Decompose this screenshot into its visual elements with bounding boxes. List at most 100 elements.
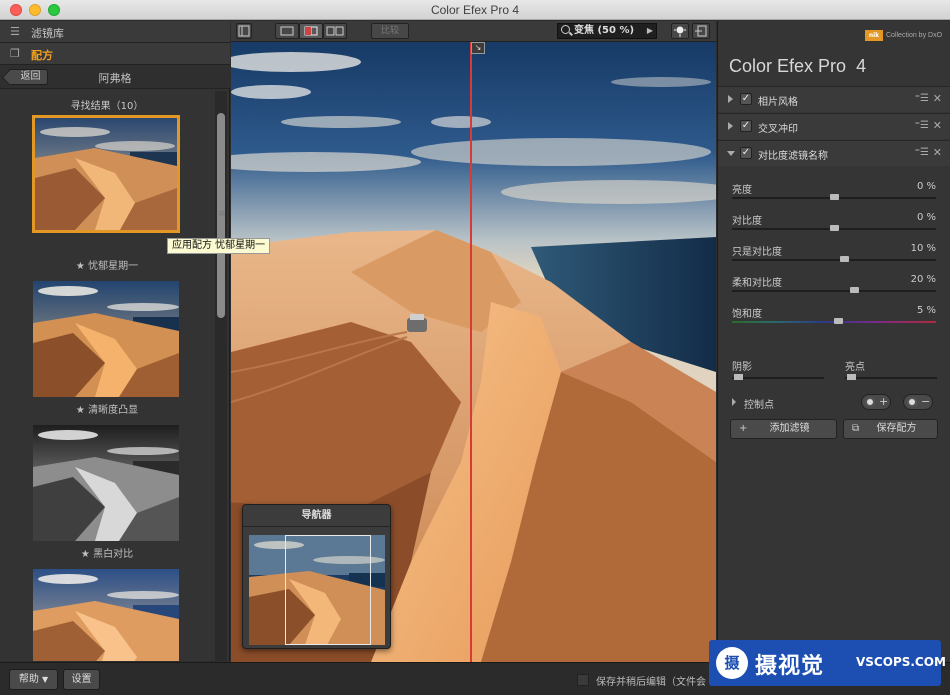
recipes-row[interactable]: ❐ 配方 <box>0 43 230 65</box>
highlights-slider[interactable]: 亮点 <box>845 358 945 388</box>
remove-filter-icon[interactable]: ✕ <box>933 92 942 105</box>
save-later-checkbox[interactable] <box>577 674 589 686</box>
recipe-thumbnail[interactable] <box>33 281 179 397</box>
filter-library-label: 滤镜库 <box>31 27 64 40</box>
split-line[interactable] <box>470 42 472 662</box>
soft-contrast-slider[interactable]: 柔和对比度 20 % <box>718 274 950 304</box>
navigator-thumbnail[interactable] <box>249 535 385 645</box>
slider-value: 20 % <box>910 274 936 285</box>
loupe-button[interactable] <box>671 23 689 39</box>
save-later-label: 保存并稍后编辑（文件会 <box>596 677 706 688</box>
hide-left-panel-button[interactable] <box>236 23 252 39</box>
recipe-thumbnail[interactable] <box>33 425 179 541</box>
brightness-slider[interactable]: 亮度 0 % <box>718 181 950 211</box>
slider-knob[interactable] <box>734 374 743 380</box>
slider-label: 只是对比度 <box>732 247 782 258</box>
watermark: 摄 摄视觉 VSCOPS.COM <box>709 640 946 686</box>
side-by-side-button[interactable] <box>323 23 347 39</box>
filter-row[interactable]: ✓ 对比度滤镜名称 ⁼☰ ✕ <box>718 140 950 166</box>
filter-enable-checkbox[interactable]: ✓ <box>740 147 752 159</box>
add-filter-button[interactable]: + 添加滤镜 <box>730 419 837 439</box>
watermark-domain: VSCOPS.COM <box>856 655 946 669</box>
control-points-label: 控制点 <box>744 400 774 411</box>
slider-knob[interactable] <box>840 256 850 262</box>
filter-menu-icon[interactable]: ⁼☰ <box>915 120 929 131</box>
expand-triangle-icon[interactable] <box>732 398 736 406</box>
panel-resize-grip-icon[interactable]: ≡ <box>218 209 226 219</box>
save-recipe-label: 保存配方 <box>876 423 917 434</box>
app-version: 4 <box>856 56 867 76</box>
slider-track[interactable] <box>732 290 936 292</box>
recipe-thumbnail-image <box>33 569 179 661</box>
magnifier-icon <box>561 25 570 34</box>
help-button[interactable]: 帮助 ▼ <box>9 669 58 690</box>
recipes-icon: ❐ <box>10 47 20 60</box>
recipe-label: ★ 忧郁星期一 <box>75 261 139 272</box>
navigator-title: 导航器 <box>243 505 390 527</box>
filter-row[interactable]: ✓ 交叉冲印 ⁼☰ ✕ <box>718 113 950 139</box>
single-view-button[interactable] <box>275 23 299 39</box>
recipe-thumbnail[interactable] <box>33 569 179 661</box>
slider-knob[interactable] <box>830 194 839 200</box>
recipe-thumbnail-image <box>33 425 179 541</box>
watermark-logo: 摄 <box>716 647 748 679</box>
filter-library-row[interactable]: ☰ 滤镜库 <box>0 21 230 43</box>
filter-name: 对比度滤镜名称 <box>758 151 828 162</box>
recipe-thumbnail[interactable] <box>32 115 180 233</box>
recipe-scrollbar[interactable] <box>215 91 227 661</box>
contrast-slider[interactable]: 对比度 0 % <box>718 212 950 242</box>
expand-triangle-icon[interactable] <box>728 95 733 103</box>
zoom-selector[interactable]: 变焦 (50 %) ▶ <box>557 23 657 39</box>
slider-knob[interactable] <box>847 374 856 380</box>
filter-row[interactable]: ✓ 相片风格 ⁼☰ ✕ <box>718 86 950 112</box>
settings-button[interactable]: 设置 <box>63 669 100 690</box>
hide-right-panel-button[interactable] <box>692 23 710 39</box>
filter-enable-checkbox[interactable]: ✓ <box>740 93 752 105</box>
add-control-point-button[interactable]: + <box>861 394 891 410</box>
recipe-label: ★ 清晰度凸显 <box>75 405 139 416</box>
recipe-thumbnail-image <box>33 281 179 397</box>
list-icon: ☰ <box>10 25 20 38</box>
saturation-slider[interactable]: 饱和度 5 % <box>718 305 950 335</box>
minus-icon: − <box>921 395 931 408</box>
side-by-side-icon <box>326 26 344 36</box>
shadows-slider[interactable]: 阴影 <box>732 358 832 388</box>
slider-track[interactable] <box>845 377 937 379</box>
pure-contrast-slider[interactable]: 只是对比度 10 % <box>718 243 950 273</box>
split-handle-icon[interactable]: ↘ <box>471 42 485 54</box>
recipe-results: 寻找结果（10） ★ 忧郁星期一 ★ 清晰度凸显 ★ 黑白对比 <box>0 91 214 661</box>
filter-name: 交叉冲印 <box>758 124 798 135</box>
remove-filter-icon[interactable]: ✕ <box>933 119 942 132</box>
slider-knob[interactable] <box>834 318 844 324</box>
collapse-triangle-icon[interactable] <box>727 151 735 156</box>
expand-triangle-icon[interactable] <box>728 122 733 130</box>
navigator-viewport[interactable] <box>285 535 371 645</box>
slider-track[interactable] <box>732 377 824 379</box>
slider-label: 柔和对比度 <box>732 278 782 289</box>
split-view-button[interactable] <box>299 23 323 39</box>
compare-button[interactable]: 比较 <box>371 23 409 39</box>
remove-filter-icon[interactable]: ✕ <box>933 146 942 159</box>
slider-value: 10 % <box>910 243 936 254</box>
recipe-label: ★ 黑白对比 <box>80 549 134 560</box>
title-bar: Color Efex Pro 4 <box>0 0 950 20</box>
slider-track[interactable] <box>732 259 936 261</box>
chevron-down-icon: ▼ <box>42 675 49 684</box>
app-name-text: Color Efex Pro <box>729 56 847 76</box>
panel-toggle-icon <box>238 25 250 37</box>
filter-controls-panel: nik Collection by DxO Color Efex Pro 4 ✓… <box>717 21 950 662</box>
slider-knob[interactable] <box>830 225 839 231</box>
remove-control-point-button[interactable]: − <box>903 394 933 410</box>
filter-enable-checkbox[interactable]: ✓ <box>740 120 752 132</box>
recipes-label: 配方 <box>31 49 53 62</box>
watermark-text: 摄视觉 <box>755 654 825 679</box>
filter-menu-icon[interactable]: ⁼☰ <box>915 147 929 158</box>
exit-panel-icon <box>695 25 707 37</box>
slider-knob[interactable] <box>850 287 860 293</box>
recipe-panel: ☰ 滤镜库 ❐ 配方 返回 阿弗格 寻找结果（10） ★ 忧郁星期一 ★ 清晰度… <box>0 21 230 683</box>
control-points-row[interactable]: 控制点 + − <box>718 391 950 415</box>
save-recipe-button[interactable]: ⧉ 保存配方 <box>843 419 938 439</box>
filter-menu-icon[interactable]: ⁼☰ <box>915 93 929 104</box>
slider-label: 对比度 <box>732 216 762 227</box>
plus-icon: + <box>879 395 889 408</box>
